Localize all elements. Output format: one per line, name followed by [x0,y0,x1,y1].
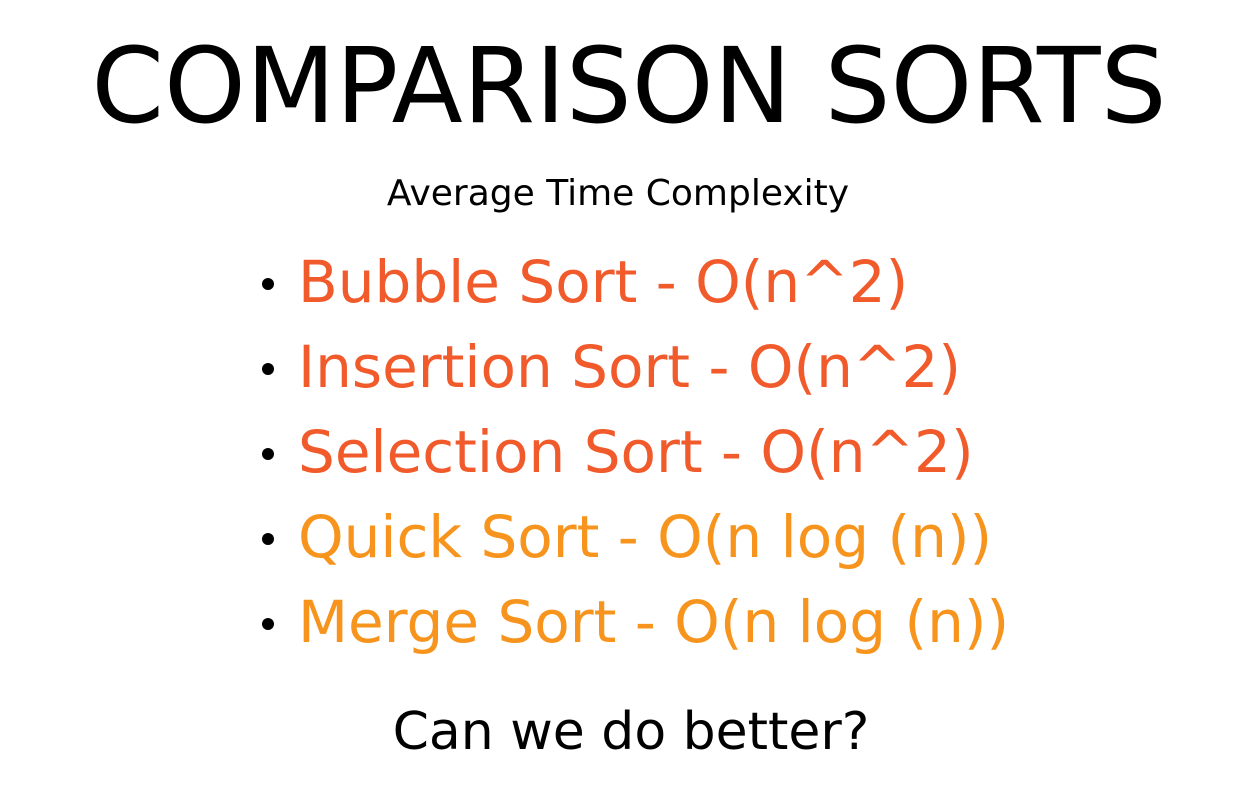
slide-title: COMPARISON SORTS [91,25,1167,147]
bullet-icon [262,618,274,630]
bullet-icon [262,533,274,545]
slide-subtitle: Average Time Complexity [386,173,850,214]
list-item-quick-sort: Quick Sort - O(n log (n)) [258,495,1009,580]
slide: COMPARISON SORTS Average Time Complexity… [0,0,1258,794]
list-item-insertion-sort: Insertion Sort - O(n^2) [258,325,1009,410]
sort-label: Merge Sort - O(n log (n)) [298,588,1010,656]
closing-question: Can we do better? [392,702,870,762]
bullet-icon [262,363,274,375]
list-item-merge-sort: Merge Sort - O(n log (n)) [258,580,1009,665]
sort-label: Insertion Sort - O(n^2) [298,333,962,401]
sort-list: Bubble Sort - O(n^2) Insertion Sort - O(… [258,240,1009,665]
bullet-icon [262,448,274,460]
list-item-selection-sort: Selection Sort - O(n^2) [258,410,1009,495]
sort-label: Bubble Sort - O(n^2) [298,248,909,316]
sort-label: Quick Sort - O(n log (n)) [298,503,993,571]
bullet-icon [262,278,274,290]
sort-label: Selection Sort - O(n^2) [298,418,974,486]
list-item-bubble-sort: Bubble Sort - O(n^2) [258,240,1009,325]
